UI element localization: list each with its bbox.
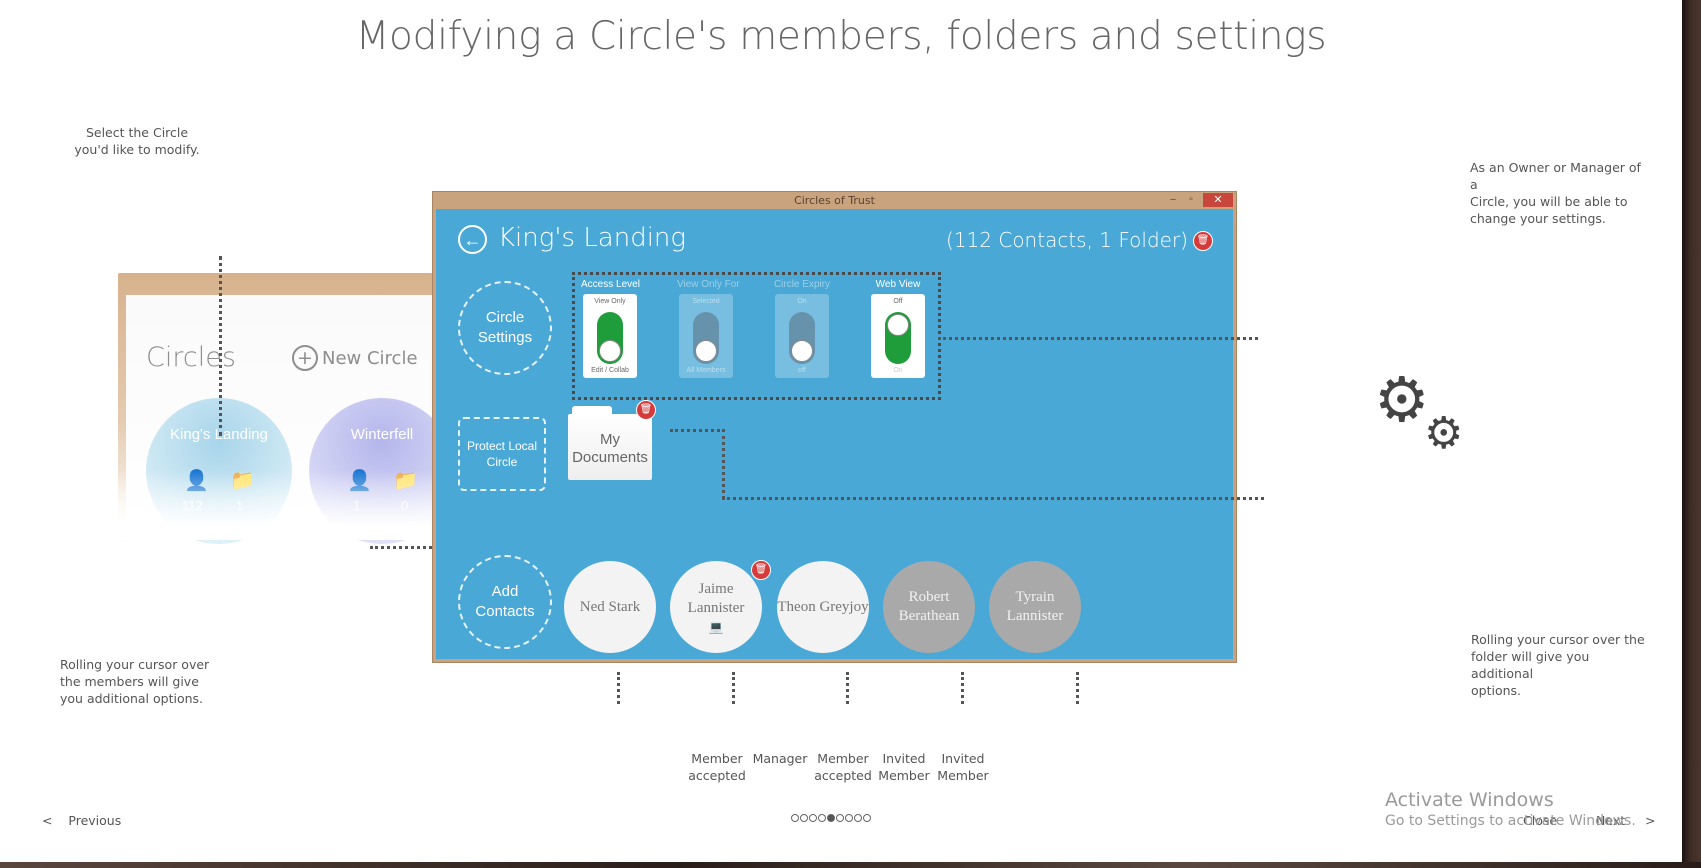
toggle-switch[interactable] [885, 312, 911, 364]
page-indicator[interactable] [791, 814, 871, 822]
note-members-hover: Rolling your cursor over the members wil… [60, 657, 210, 706]
note-owner-manager: As an Owner or Manager of a Circle, you … [1470, 160, 1641, 226]
gear-icon: ⚙ [1374, 366, 1430, 435]
role-label: Manager [752, 751, 808, 766]
member-name: Robert Berathean [898, 589, 960, 624]
protect-local-circle-button[interactable]: Protect Local Circle [458, 417, 546, 491]
circles-heading: Circles [146, 342, 236, 373]
maximize-button[interactable]: ▫ [1184, 193, 1198, 207]
plus-icon: + [292, 345, 318, 371]
member-theon-greyjoy[interactable]: Theon Greyjoy [777, 561, 869, 653]
setting-circle-expiry: Circle Expiry On off [773, 279, 831, 378]
chevron-right-icon: > [1645, 813, 1656, 828]
role-label: Invited Member [937, 751, 989, 783]
folder-my-documents[interactable]: My Documents 🗑 [568, 400, 656, 480]
circle-summary: (112 Contacts, 1 Folder) [946, 228, 1188, 252]
page-dot[interactable] [827, 814, 835, 822]
connector-folder-top [670, 429, 725, 432]
member-name: Theon Greyjoy [777, 598, 869, 615]
toggle-switch[interactable] [597, 312, 623, 364]
page-dot[interactable] [809, 814, 817, 822]
note-folder-hover: Rolling your cursor over the folder will… [1471, 632, 1645, 698]
member-robert-berathean[interactable]: Robert Berathean [883, 561, 975, 653]
delete-circle-trash-icon[interactable]: 🗑 [1193, 231, 1213, 251]
connector-select-circle [219, 256, 222, 436]
desktop-background-edge [0, 862, 1701, 868]
setting-web-view[interactable]: Web View Off On [869, 279, 927, 378]
previous-button[interactable]: < Previous [42, 813, 121, 828]
page-dot[interactable] [845, 814, 853, 822]
window-title: Circles of Trust [794, 194, 875, 207]
delete-folder-trash-icon[interactable]: 🗑 [636, 400, 656, 420]
member-jaime-lannister[interactable]: Jaime Lannister 💻 [670, 561, 762, 653]
new-circle-label: New Circle [322, 347, 418, 369]
page-dot[interactable] [800, 814, 808, 822]
toggle-switch [693, 312, 719, 364]
page-dot[interactable] [818, 814, 826, 822]
role-label: Member accepted [688, 751, 746, 783]
setting-view-only-for: View Only For Selected All Members [677, 279, 740, 378]
remove-member-trash-icon[interactable]: 🗑 [751, 560, 771, 580]
member-ned-stark[interactable]: Ned Stark [564, 561, 656, 653]
circle-detail-panel: ← King's Landing (112 Contacts, 1 Folder… [436, 209, 1233, 659]
member-name: Ned Stark [579, 598, 641, 615]
connector-settings [938, 337, 1258, 340]
add-contacts-button[interactable]: Add Contacts [458, 555, 552, 649]
close-window-button[interactable]: ✕ [1203, 193, 1233, 207]
member-name: Jaime Lannister [687, 581, 745, 616]
role-label: Invited Member [878, 751, 930, 783]
page-dot[interactable] [791, 814, 799, 822]
member-name: Tyrain Lannister [1006, 589, 1064, 624]
tutorial-page: Modifying a Circle's members, folders an… [0, 0, 1682, 862]
folder-name: My Documents [568, 414, 652, 480]
page-title: Modifying a Circle's members, folders an… [355, 14, 1327, 59]
page-dot[interactable] [863, 814, 871, 822]
gear-icon: ⚙ [1424, 409, 1464, 458]
setting-access-level[interactable]: Access Level View Only Edit / Collab [581, 279, 640, 378]
circles-of-trust-window: Circles of Trust – ▫ ✕ ← King's Landing … [432, 191, 1237, 663]
new-circle-button[interactable]: + New Circle [292, 345, 418, 371]
back-arrow-icon[interactable]: ← [458, 225, 487, 254]
connector-folder [722, 497, 1264, 500]
note-select-circle: Select the Circle you'd like to modify. [74, 125, 200, 157]
chevron-left-icon: < [42, 813, 53, 828]
member-tyrain-lannister[interactable]: Tyrain Lannister [989, 561, 1081, 653]
circle-settings-label: Circle Settings [458, 281, 552, 375]
desktop-background-edge [1682, 0, 1701, 868]
circle-name: King's Landing [498, 223, 687, 253]
minimize-button[interactable]: – [1166, 193, 1180, 207]
page-dot[interactable] [854, 814, 862, 822]
role-label: Member accepted [814, 751, 872, 783]
page-dot[interactable] [836, 814, 844, 822]
activate-windows-watermark: Activate Windows Go to Settings to activ… [1385, 789, 1636, 829]
laptop-icon: 💻 [708, 620, 724, 634]
toggle-switch [789, 312, 815, 364]
settings-toggles-group: Access Level View Only Edit / Collab Vie… [572, 272, 941, 400]
